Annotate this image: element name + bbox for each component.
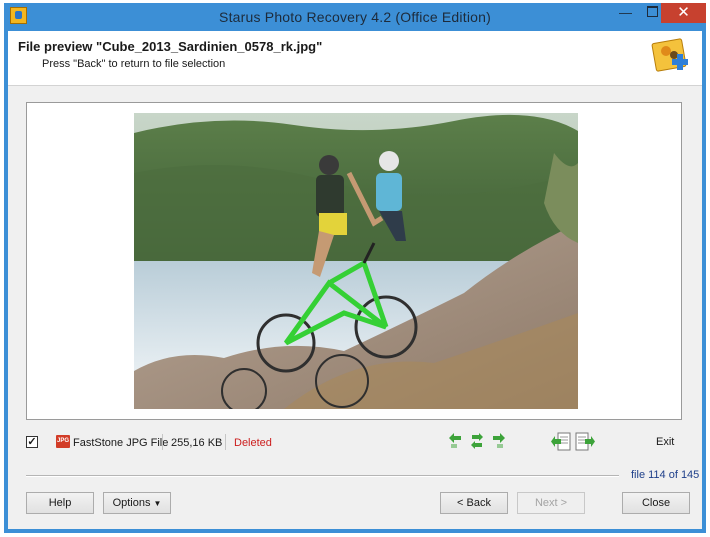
page-title: File preview "Cube_2013_Sardinien_0578_r… xyxy=(18,39,323,54)
page-subtitle: Press "Back" to return to file selection xyxy=(42,58,226,70)
window-title: Starus Photo Recovery 4.2 (Office Editio… xyxy=(219,9,491,25)
title-bar[interactable]: Starus Photo Recovery 4.2 (Office Editio… xyxy=(4,3,706,31)
rotate-left-icon[interactable] xyxy=(449,433,463,449)
file-size-label: 255,16 KB xyxy=(171,437,223,449)
file-select-checkbox[interactable]: ✓ xyxy=(26,436,38,448)
close-window-button[interactable]: ✕ xyxy=(661,3,706,23)
next-button[interactable]: Next > xyxy=(517,492,585,514)
previous-file-icon[interactable] xyxy=(551,432,571,452)
minimize-icon: — xyxy=(619,5,632,20)
flip-icon[interactable] xyxy=(470,433,484,449)
options-label: Options xyxy=(112,497,151,509)
status-separator xyxy=(225,434,226,450)
status-separator xyxy=(162,434,163,450)
maximize-icon xyxy=(647,6,658,17)
close-button[interactable]: Close xyxy=(622,492,690,514)
chevron-down-icon: ▼ xyxy=(153,499,162,508)
app-window: Starus Photo Recovery 4.2 (Office Editio… xyxy=(4,3,706,533)
header-panel: File preview "Cube_2013_Sardinien_0578_r… xyxy=(8,31,702,86)
file-counter: file 114 of 145 xyxy=(631,469,700,481)
footer-divider xyxy=(26,475,619,477)
next-file-icon[interactable] xyxy=(575,432,595,452)
client-area: File preview "Cube_2013_Sardinien_0578_r… xyxy=(8,31,702,529)
photo-recovery-logo-icon xyxy=(651,38,688,72)
back-button[interactable]: < Back xyxy=(440,492,508,514)
file-type-label: FastStone JPG File xyxy=(73,437,169,449)
file-status-badge: Deleted xyxy=(234,437,272,449)
preview-image xyxy=(134,113,578,409)
exit-link[interactable]: Exit xyxy=(656,436,674,448)
status-bar: ✓ JPG FastStone JPG File 255,16 KB Delet… xyxy=(8,431,702,455)
jpg-file-icon: JPG xyxy=(56,435,70,448)
rotate-right-icon[interactable] xyxy=(491,433,505,449)
close-icon: ✕ xyxy=(677,4,690,21)
preview-frame xyxy=(26,102,682,420)
minimize-button[interactable]: — xyxy=(612,3,639,23)
help-button[interactable]: Help xyxy=(26,492,94,514)
options-button[interactable]: Options ▼ xyxy=(103,492,171,514)
